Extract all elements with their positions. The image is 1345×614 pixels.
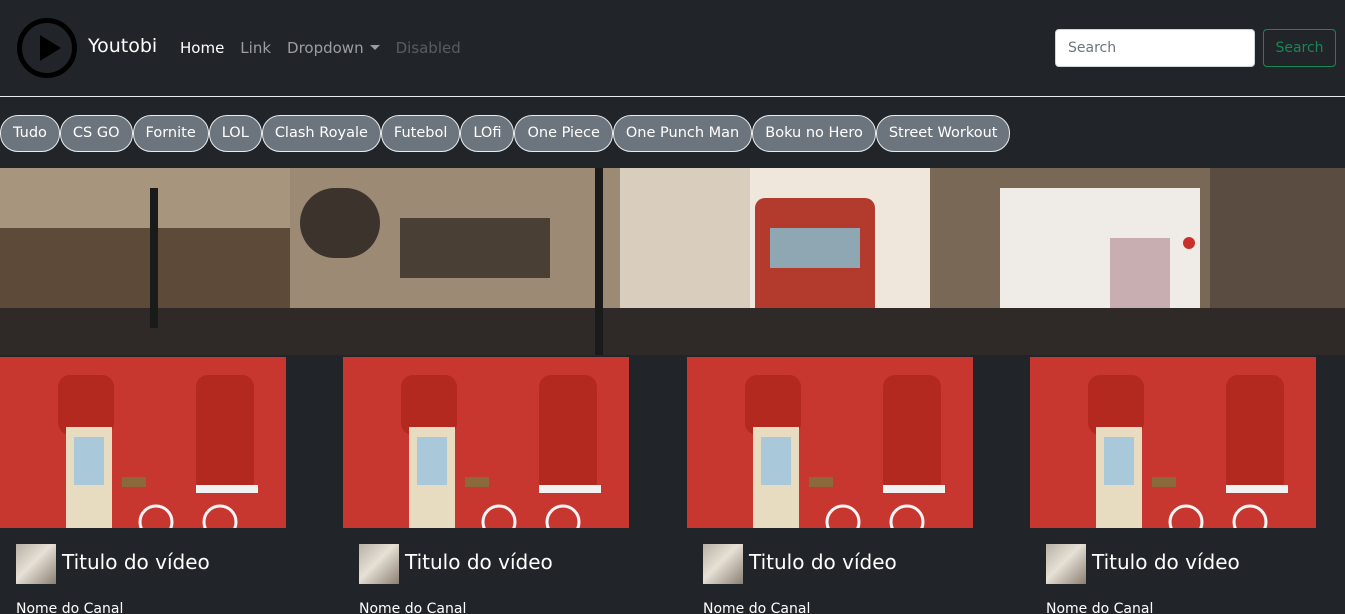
video-title[interactable]: Titulo do vídeo — [62, 550, 210, 574]
category-pill-fornite[interactable]: Fornite — [132, 115, 209, 152]
video-card[interactable]: Titulo do vídeo Nome do Canal — [687, 357, 973, 614]
video-card[interactable]: Titulo do vídeo Nome do Canal — [1030, 357, 1316, 614]
nav-dropdown[interactable]: Dropdown — [287, 39, 380, 57]
category-pills: Tudo CS GO Fornite LOL Clash Royale Fute… — [0, 115, 1011, 152]
channel-avatar[interactable] — [703, 544, 743, 584]
channel-name[interactable]: Nome do Canal — [359, 601, 466, 614]
channel-avatar[interactable] — [16, 544, 56, 584]
video-thumbnail — [1030, 357, 1316, 528]
category-pill-tudo[interactable]: Tudo — [0, 115, 60, 152]
category-pill-boku-no-hero[interactable]: Boku no Hero — [752, 115, 876, 152]
nav-link-disabled: Disabled — [395, 39, 461, 57]
video-thumbnail — [687, 357, 973, 528]
video-card-body: Titulo do vídeo Nome do Canal — [0, 528, 286, 614]
category-pill-lol[interactable]: LOL — [208, 115, 262, 152]
brand-name[interactable]: Youtobi — [88, 35, 157, 57]
video-thumbnail — [343, 357, 629, 528]
channel-avatar[interactable] — [359, 544, 399, 584]
video-card-body: Titulo do vídeo Nome do Canal — [343, 528, 629, 614]
video-card-body: Titulo do vídeo Nome do Canal — [687, 528, 973, 614]
hero-banner-image — [0, 168, 1345, 355]
video-title[interactable]: Titulo do vídeo — [405, 550, 553, 574]
category-pill-clash-royale[interactable]: Clash Royale — [261, 115, 381, 152]
video-thumbnail — [0, 357, 286, 528]
video-title[interactable]: Titulo do vídeo — [1092, 550, 1240, 574]
nav-dropdown-label: Dropdown — [287, 39, 364, 57]
category-pill-cs-go[interactable]: CS GO — [59, 115, 133, 152]
category-pill-one-punch-man[interactable]: One Punch Man — [612, 115, 753, 152]
channel-name[interactable]: Nome do Canal — [1046, 601, 1153, 614]
navbar: Youtobi Home Link Dropdown Disabled Sear… — [0, 0, 1345, 97]
channel-name[interactable]: Nome do Canal — [703, 601, 810, 614]
search-input[interactable] — [1055, 29, 1255, 67]
nav-links: Home Link Dropdown Disabled — [180, 39, 477, 57]
play-circle-icon[interactable] — [17, 18, 77, 78]
category-pill-street-workout[interactable]: Street Workout — [875, 115, 1011, 152]
play-icon — [40, 35, 61, 61]
category-pill-lofi[interactable]: LOfi — [460, 115, 515, 152]
channel-avatar[interactable] — [1046, 544, 1086, 584]
category-pill-one-piece[interactable]: One Piece — [514, 115, 613, 152]
nav-link-home[interactable]: Home — [180, 39, 224, 57]
video-card-body: Titulo do vídeo Nome do Canal — [1030, 528, 1316, 614]
search-button[interactable]: Search — [1263, 29, 1336, 67]
video-card[interactable]: Titulo do vídeo Nome do Canal — [0, 357, 286, 614]
channel-name[interactable]: Nome do Canal — [16, 601, 123, 614]
caret-down-icon — [369, 45, 380, 50]
video-card[interactable]: Titulo do vídeo Nome do Canal — [343, 357, 629, 614]
street-scene-image — [0, 168, 1345, 355]
category-pill-futebol[interactable]: Futebol — [380, 115, 461, 152]
nav-link-link[interactable]: Link — [240, 39, 271, 57]
video-title[interactable]: Titulo do vídeo — [749, 550, 897, 574]
